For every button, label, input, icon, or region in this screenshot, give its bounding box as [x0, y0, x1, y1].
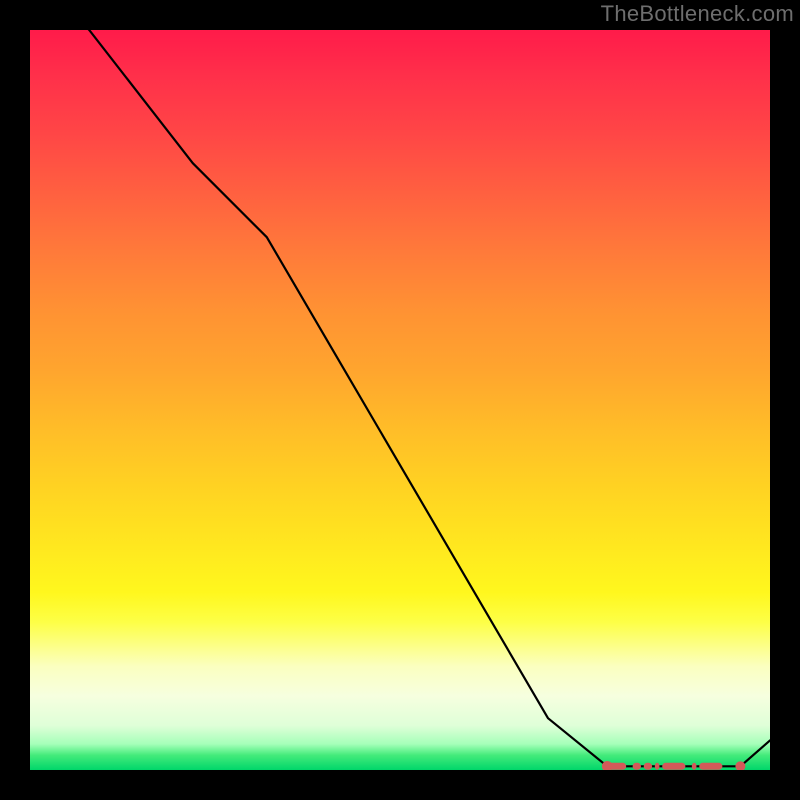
watermark-label: TheBottleneck.com [601, 1, 794, 27]
plot-overlay [30, 30, 770, 770]
highlight-start-cap [602, 762, 612, 771]
highlight-dash [663, 763, 685, 769]
main-curve [30, 30, 770, 766]
highlight-dash [633, 763, 640, 769]
highlight-dash [655, 763, 659, 769]
highlight-dash [700, 763, 722, 769]
highlight-dash [692, 763, 696, 769]
plot-frame [30, 30, 770, 770]
chart-container: TheBottleneck.com [0, 0, 800, 800]
highlight-dash [644, 763, 651, 769]
highlight-end-dot [736, 762, 745, 770]
